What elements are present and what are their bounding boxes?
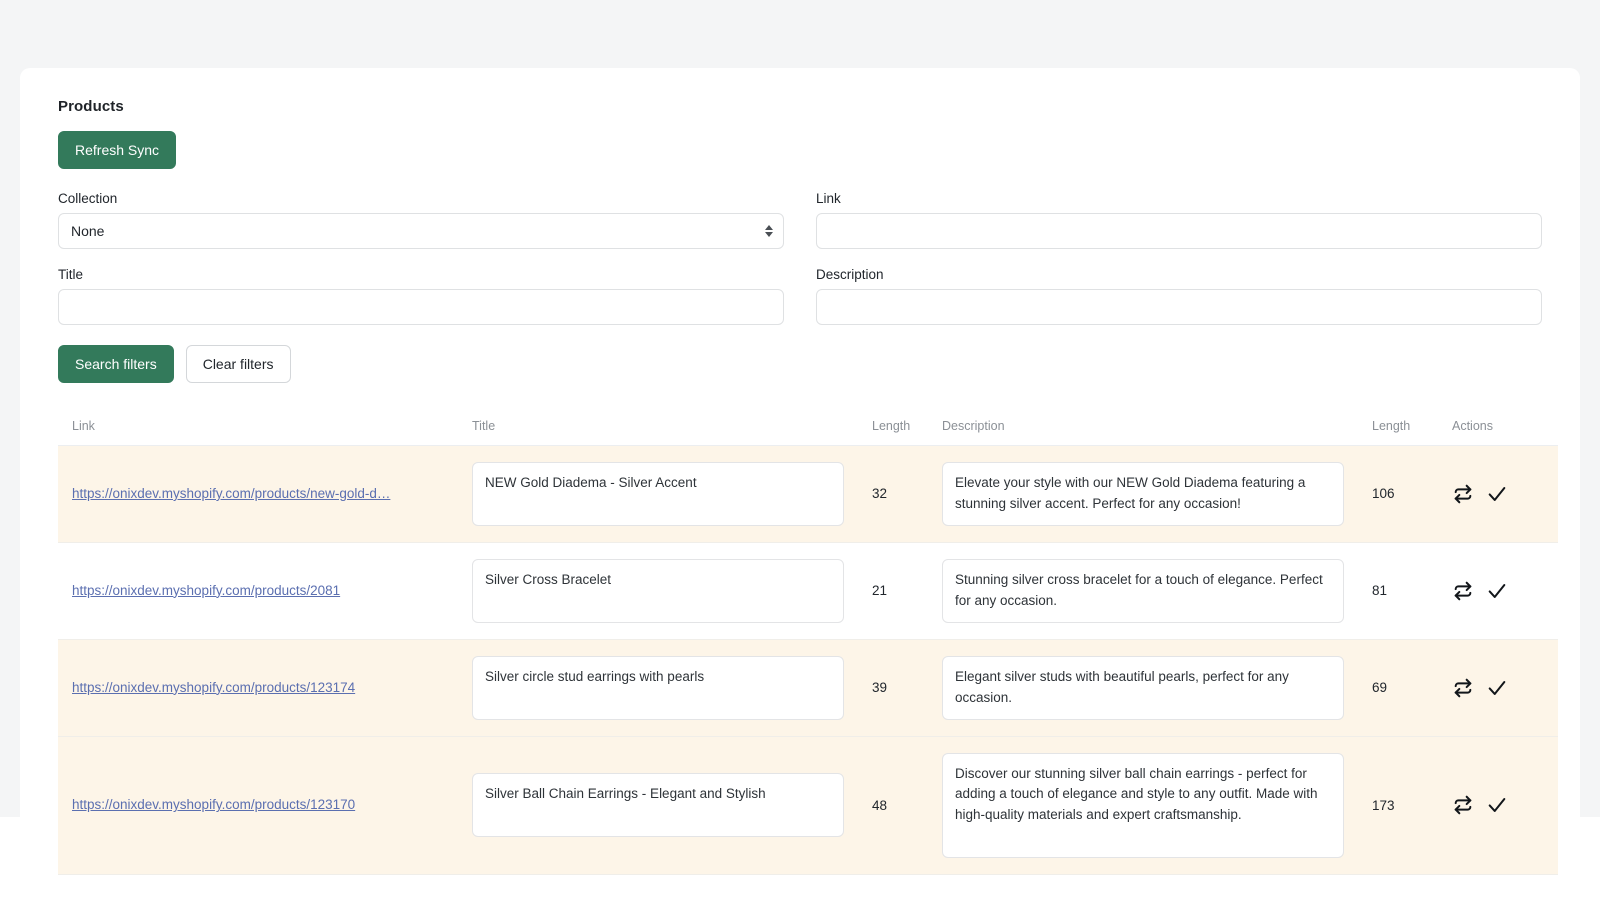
table-body: https://onixdev.myshopify.com/products/n…: [58, 445, 1558, 875]
sync-icon[interactable]: [1452, 677, 1474, 699]
cell-description: [928, 542, 1358, 639]
title-filter-input[interactable]: [58, 289, 784, 325]
products-card: Products Refresh Sync Collection None Li…: [20, 68, 1580, 876]
filter-actions: Search filters Clear filters: [58, 345, 1542, 383]
table-head: Link Title Length Description Length Act…: [58, 419, 1558, 446]
cell-actions: [1438, 736, 1558, 875]
cell-title: [458, 736, 858, 875]
page-title: Products: [58, 98, 124, 115]
cell-description: [928, 736, 1358, 875]
collection-select[interactable]: None: [58, 213, 784, 249]
description-filter-label: Description: [816, 267, 884, 282]
table-row: https://onixdev.myshopify.com/products/1…: [58, 639, 1558, 737]
cell-link: https://onixdev.myshopify.com/products/1…: [58, 639, 458, 736]
cell-description: [928, 639, 1358, 736]
product-link[interactable]: https://onixdev.myshopify.com/products/1…: [72, 797, 355, 812]
cell-description: [928, 446, 1358, 543]
collection-field: Collection None: [58, 191, 784, 249]
title-input[interactable]: [472, 655, 844, 720]
cell-actions: [1438, 639, 1558, 736]
cell-title-length: 21: [872, 583, 888, 599]
header-description-length: Length: [1358, 419, 1438, 446]
header-description: Description: [928, 419, 1358, 446]
product-link[interactable]: https://onixdev.myshopify.com/products/n…: [72, 486, 390, 501]
clear-filters-button[interactable]: Clear filters: [185, 345, 291, 383]
header-title: Title: [458, 419, 858, 446]
description-input[interactable]: [942, 752, 1344, 859]
check-icon[interactable]: [1486, 794, 1508, 816]
table-header-row: Link Title Length Description Length Act…: [58, 419, 1558, 446]
header-title-length: Length: [858, 419, 928, 446]
cell-description-length: 81: [1372, 583, 1388, 599]
title-input[interactable]: [472, 773, 844, 838]
cell-link: https://onixdev.myshopify.com/products/1…: [58, 736, 458, 875]
cell-title: [458, 542, 858, 639]
refresh-sync-button[interactable]: Refresh Sync: [58, 131, 177, 169]
cell-actions: [1438, 446, 1558, 543]
collection-select-wrapper[interactable]: None: [58, 213, 784, 249]
cell-description-length: 69: [1372, 680, 1388, 696]
cell-title-length: 39: [872, 680, 888, 696]
actions-group: [1452, 483, 1544, 505]
products-table: Link Title Length Description Length Act…: [58, 419, 1558, 875]
title-filter-field: Title: [58, 267, 784, 325]
link-filter-input[interactable]: [816, 213, 1542, 249]
header-link: Link: [58, 419, 458, 446]
actions-group: [1452, 677, 1544, 699]
link-filter-label: Link: [816, 191, 841, 206]
check-icon[interactable]: [1486, 677, 1508, 699]
cell-title: [458, 639, 858, 736]
title-input[interactable]: [472, 462, 844, 526]
link-filter-field: Link: [816, 191, 1542, 249]
products-table-wrapper: Link Title Length Description Length Act…: [58, 419, 1558, 875]
header-actions: Actions: [1438, 419, 1558, 446]
refresh-sync-wrapper: Refresh Sync: [58, 131, 1562, 169]
sync-icon[interactable]: [1452, 483, 1474, 505]
sync-icon[interactable]: [1452, 794, 1474, 816]
description-input[interactable]: [942, 558, 1344, 623]
table-row: https://onixdev.myshopify.com/products/2…: [58, 542, 1558, 640]
cell-link: https://onixdev.myshopify.com/products/2…: [58, 542, 458, 639]
cell-title: [458, 446, 858, 543]
actions-group: [1452, 794, 1544, 816]
product-link[interactable]: https://onixdev.myshopify.com/products/2…: [72, 583, 340, 598]
description-input[interactable]: [942, 655, 1344, 720]
description-filter-field: Description: [816, 267, 1542, 325]
cell-actions: [1438, 542, 1558, 639]
title-filter-label: Title: [58, 267, 84, 282]
search-filters-button[interactable]: Search filters: [58, 345, 174, 383]
title-input[interactable]: [472, 558, 844, 623]
sync-icon[interactable]: [1452, 580, 1474, 602]
check-icon[interactable]: [1486, 580, 1508, 602]
table-row: https://onixdev.myshopify.com/products/n…: [58, 445, 1558, 543]
card-content: Products Refresh Sync Collection None Li…: [20, 68, 1580, 875]
description-filter-input[interactable]: [816, 289, 1542, 325]
filters-grid: Collection None Link Title Description: [58, 191, 1542, 325]
cell-link: https://onixdev.myshopify.com/products/n…: [58, 446, 458, 543]
cell-title-length: 48: [872, 797, 888, 813]
cell-description-length: 106: [1372, 486, 1395, 502]
cell-title-length: 32: [872, 486, 888, 502]
collection-label: Collection: [58, 191, 118, 206]
product-link[interactable]: https://onixdev.myshopify.com/products/1…: [72, 680, 355, 695]
description-input[interactable]: [942, 462, 1344, 526]
actions-group: [1452, 580, 1544, 602]
table-row: https://onixdev.myshopify.com/products/1…: [58, 736, 1558, 875]
check-icon[interactable]: [1486, 483, 1508, 505]
cell-description-length: 173: [1372, 797, 1395, 813]
